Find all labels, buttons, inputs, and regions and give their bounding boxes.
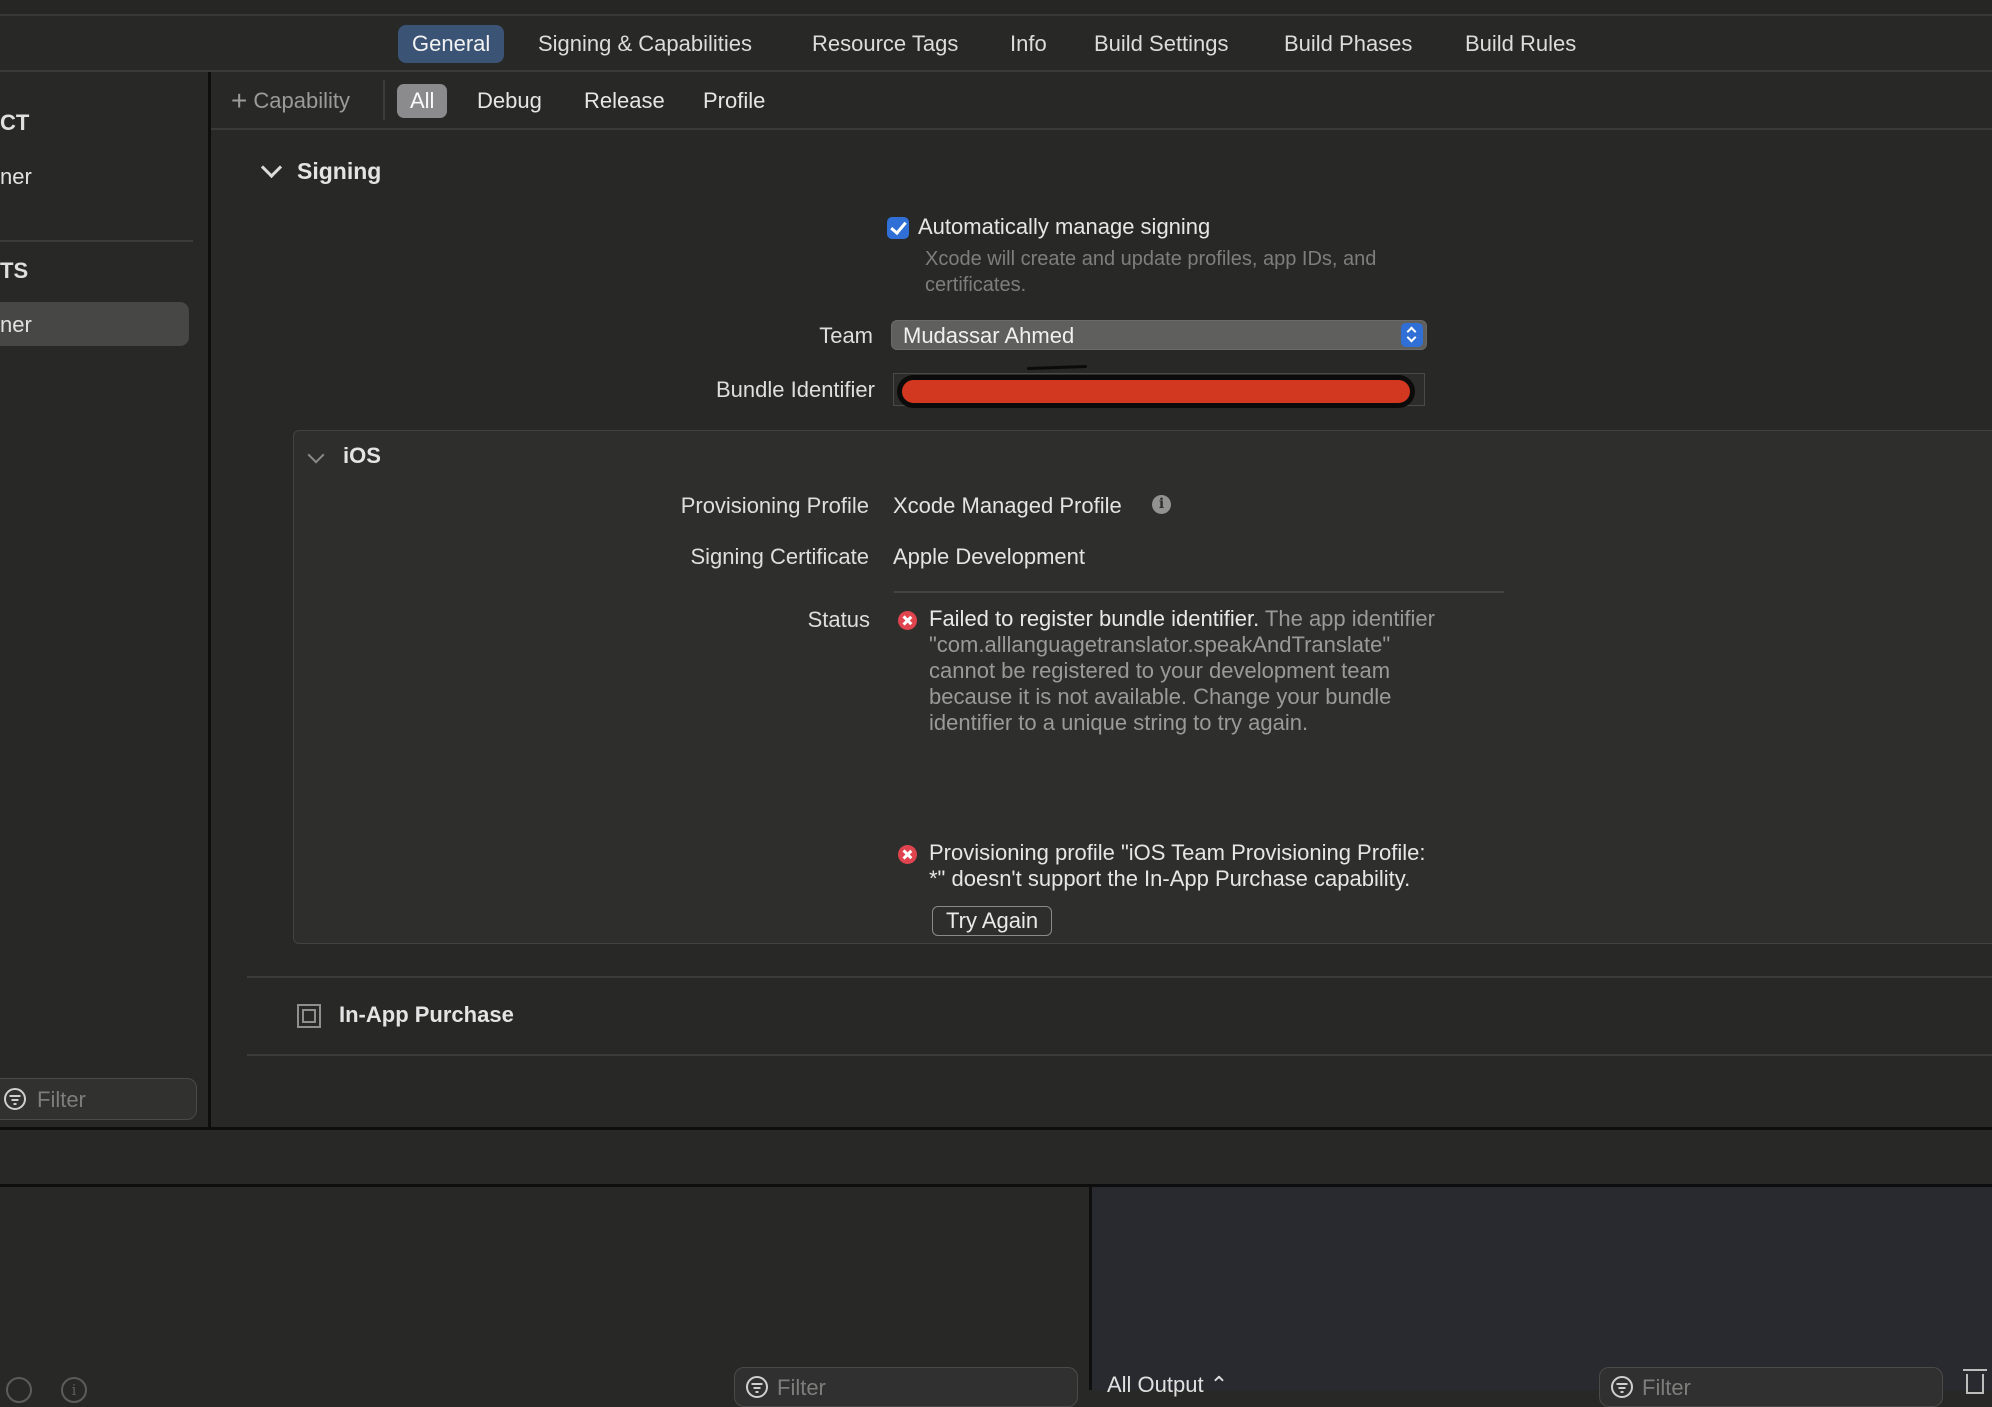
provisioning-profile-label: Provisioning Profile — [680, 493, 869, 518]
debug-toolbar — [0, 1130, 1992, 1184]
status-error-bundle-id: Failed to register bundle identifier. Th… — [929, 606, 1439, 736]
auto-manage-signing-label[interactable]: Automatically manage signing — [918, 214, 1210, 240]
tab-build-settings[interactable]: Build Settings — [1080, 25, 1243, 63]
sidebar-filter-input[interactable]: Filter — [0, 1078, 197, 1120]
sidebar-item-target-label[interactable]: ner — [0, 312, 32, 338]
sidebar-divider — [0, 240, 193, 242]
ios-signing-box: iOS Provisioning Profile Xcode Managed P… — [293, 430, 1992, 944]
editor-tab-bar: General Signing & Capabilities Resource … — [0, 16, 1992, 72]
signing-content: Signing Automatically manage signing Xco… — [211, 130, 1992, 1128]
tab-signing-capabilities[interactable]: Signing & Capabilities — [524, 25, 766, 63]
variables-filter-input[interactable]: Filter — [734, 1367, 1078, 1407]
window-top-strip — [0, 0, 1992, 16]
filter-icon — [1611, 1376, 1633, 1398]
redaction-scribble — [1026, 364, 1088, 371]
sidebar-filter-placeholder: Filter — [37, 1087, 86, 1112]
try-again-button[interactable]: Try Again — [932, 906, 1053, 936]
popup-stepper-icon — [1401, 323, 1423, 347]
trash-icon[interactable] — [1963, 1369, 1987, 1394]
sidebar-item-project[interactable]: ner — [0, 164, 32, 190]
signing-certificate-value: Apple Development — [893, 544, 1086, 569]
variables-view: i Filter — [0, 1187, 1089, 1407]
visibility-icon[interactable] — [6, 1377, 32, 1403]
team-label: Team — [819, 323, 873, 348]
section-divider — [247, 1054, 1992, 1056]
in-app-purchase-icon — [297, 1004, 321, 1028]
ios-divider — [894, 591, 1504, 593]
in-app-purchase-title: In-App Purchase — [339, 1002, 514, 1027]
output-selector[interactable]: All Output ⌃ — [1107, 1372, 1228, 1398]
ios-section-title: iOS — [343, 443, 381, 468]
status-error-iap: Provisioning profile "iOS Team Provision… — [929, 840, 1426, 891]
signing-section-title: Signing — [297, 158, 382, 184]
bundle-identifier-label: Bundle Identifier — [716, 377, 875, 402]
auto-manage-signing-checkbox[interactable] — [887, 217, 909, 239]
status-label: Status — [807, 607, 870, 632]
error-headline: Failed to register bundle identifier. — [929, 606, 1260, 631]
error-icon — [898, 845, 917, 864]
provisioning-profile-value: Xcode Managed Profile — [893, 493, 1122, 518]
team-value: Mudassar Ahmed — [903, 323, 1075, 348]
tab-build-phases[interactable]: Build Phases — [1270, 25, 1426, 63]
chevron-down-icon[interactable] — [307, 446, 325, 464]
chevron-down-icon[interactable] — [260, 156, 283, 179]
sidebar-targets-header: TS — [0, 258, 29, 283]
signing-certificate-label: Signing Certificate — [690, 544, 869, 569]
add-capability-button[interactable]: + Capability — [231, 84, 350, 118]
toolbar-divider — [383, 80, 385, 120]
section-divider — [247, 976, 1992, 978]
tab-resource-tags[interactable]: Resource Tags — [798, 25, 972, 63]
variables-filter-placeholder: Filter — [777, 1375, 826, 1400]
console-filter-input[interactable]: Filter — [1599, 1367, 1943, 1407]
auto-manage-signing-help: Xcode will create and update profiles, a… — [925, 248, 1377, 296]
capability-toolbar: + Capability All Debug Release Profile — [211, 72, 1992, 130]
tab-general[interactable]: General — [398, 25, 505, 63]
config-tab-release[interactable]: Release — [571, 84, 678, 118]
console-view: Filter — [1092, 1187, 1992, 1407]
plus-icon: + — [231, 85, 248, 116]
config-tab-debug[interactable]: Debug — [464, 84, 555, 118]
info-icon[interactable]: i — [61, 1377, 87, 1403]
config-tab-profile[interactable]: Profile — [690, 84, 778, 118]
filter-icon — [746, 1376, 768, 1398]
tab-info[interactable]: Info — [996, 25, 1061, 63]
config-tab-all[interactable]: All — [397, 84, 448, 118]
console-filter-placeholder: Filter — [1642, 1375, 1691, 1400]
tab-build-rules[interactable]: Build Rules — [1451, 25, 1590, 63]
project-target-sidebar: CT ner TS ner Filter — [0, 72, 211, 1128]
add-capability-label: Capability — [253, 88, 350, 113]
info-icon[interactable]: i — [1152, 495, 1171, 514]
error-icon — [898, 611, 917, 630]
sidebar-project-header: CT — [0, 110, 30, 135]
team-popup-button[interactable]: Mudassar Ahmed — [891, 320, 1427, 350]
bundle-identifier-redaction — [897, 375, 1415, 408]
filter-icon — [4, 1088, 26, 1110]
